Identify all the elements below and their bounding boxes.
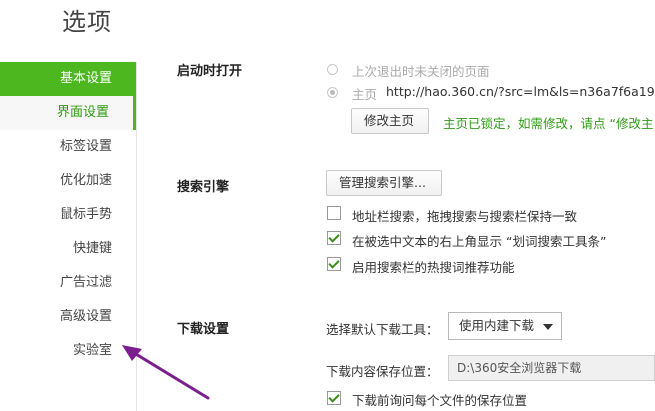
- annotation-arrow: [122, 345, 210, 400]
